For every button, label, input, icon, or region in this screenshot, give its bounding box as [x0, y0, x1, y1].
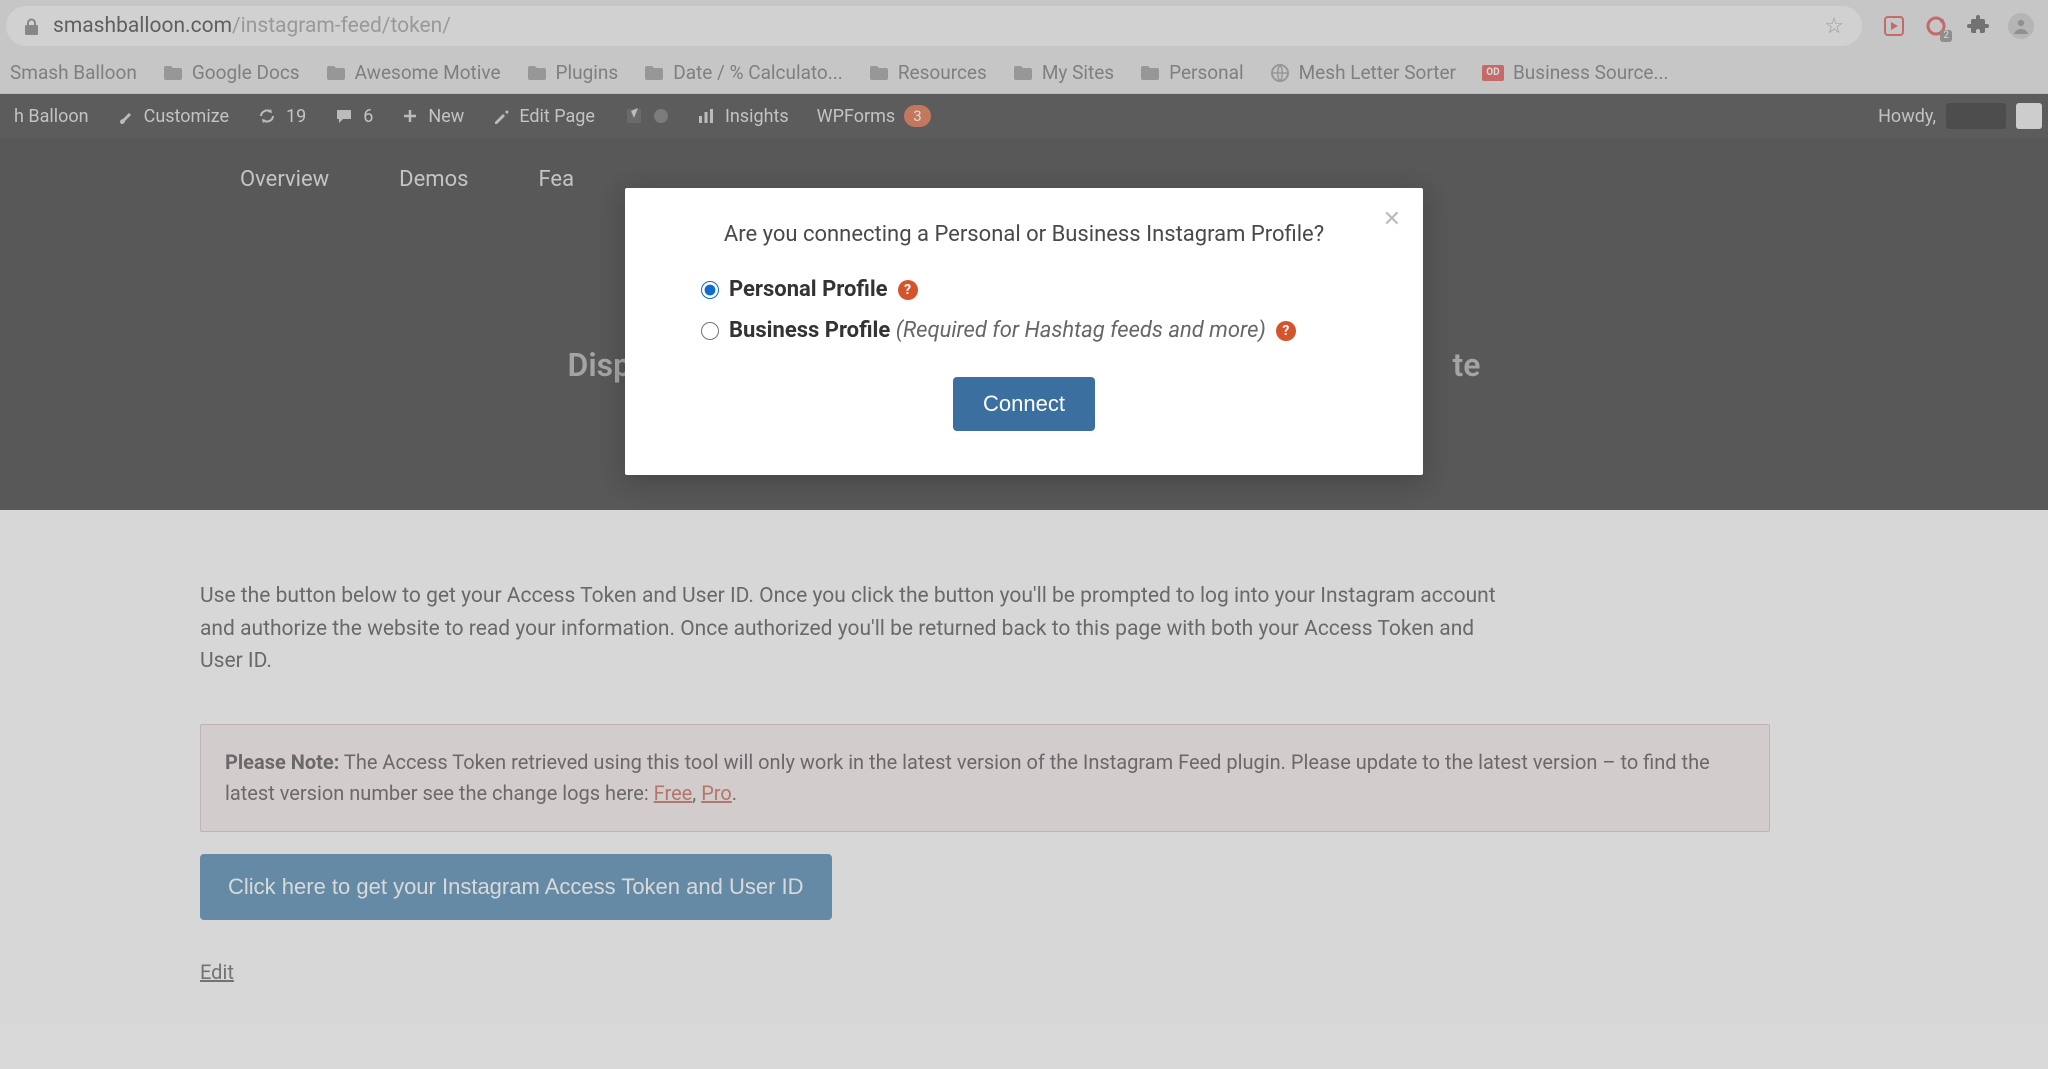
option-business[interactable]: Business Profile (Required for Hashtag f… [701, 318, 1377, 343]
radio-business[interactable] [701, 322, 719, 340]
label-business-sub: (Required for Hashtag feeds and more) [896, 318, 1266, 343]
label-business-text: Business Profile [729, 318, 890, 343]
help-icon[interactable]: ? [898, 280, 918, 300]
connect-button[interactable]: Connect [953, 377, 1095, 431]
modal-overlay[interactable]: ✕ Are you connecting a Personal or Busin… [0, 0, 2048, 1069]
radio-personal[interactable] [701, 281, 719, 299]
label-business: Business Profile (Required for Hashtag f… [729, 318, 1266, 343]
help-icon[interactable]: ? [1276, 321, 1296, 341]
modal-question: Are you connecting a Personal or Busines… [671, 222, 1377, 247]
label-personal: Personal Profile [729, 277, 888, 302]
option-personal[interactable]: Personal Profile ? [701, 277, 1377, 302]
close-icon[interactable]: ✕ [1383, 206, 1401, 232]
connect-modal: ✕ Are you connecting a Personal or Busin… [625, 188, 1423, 475]
